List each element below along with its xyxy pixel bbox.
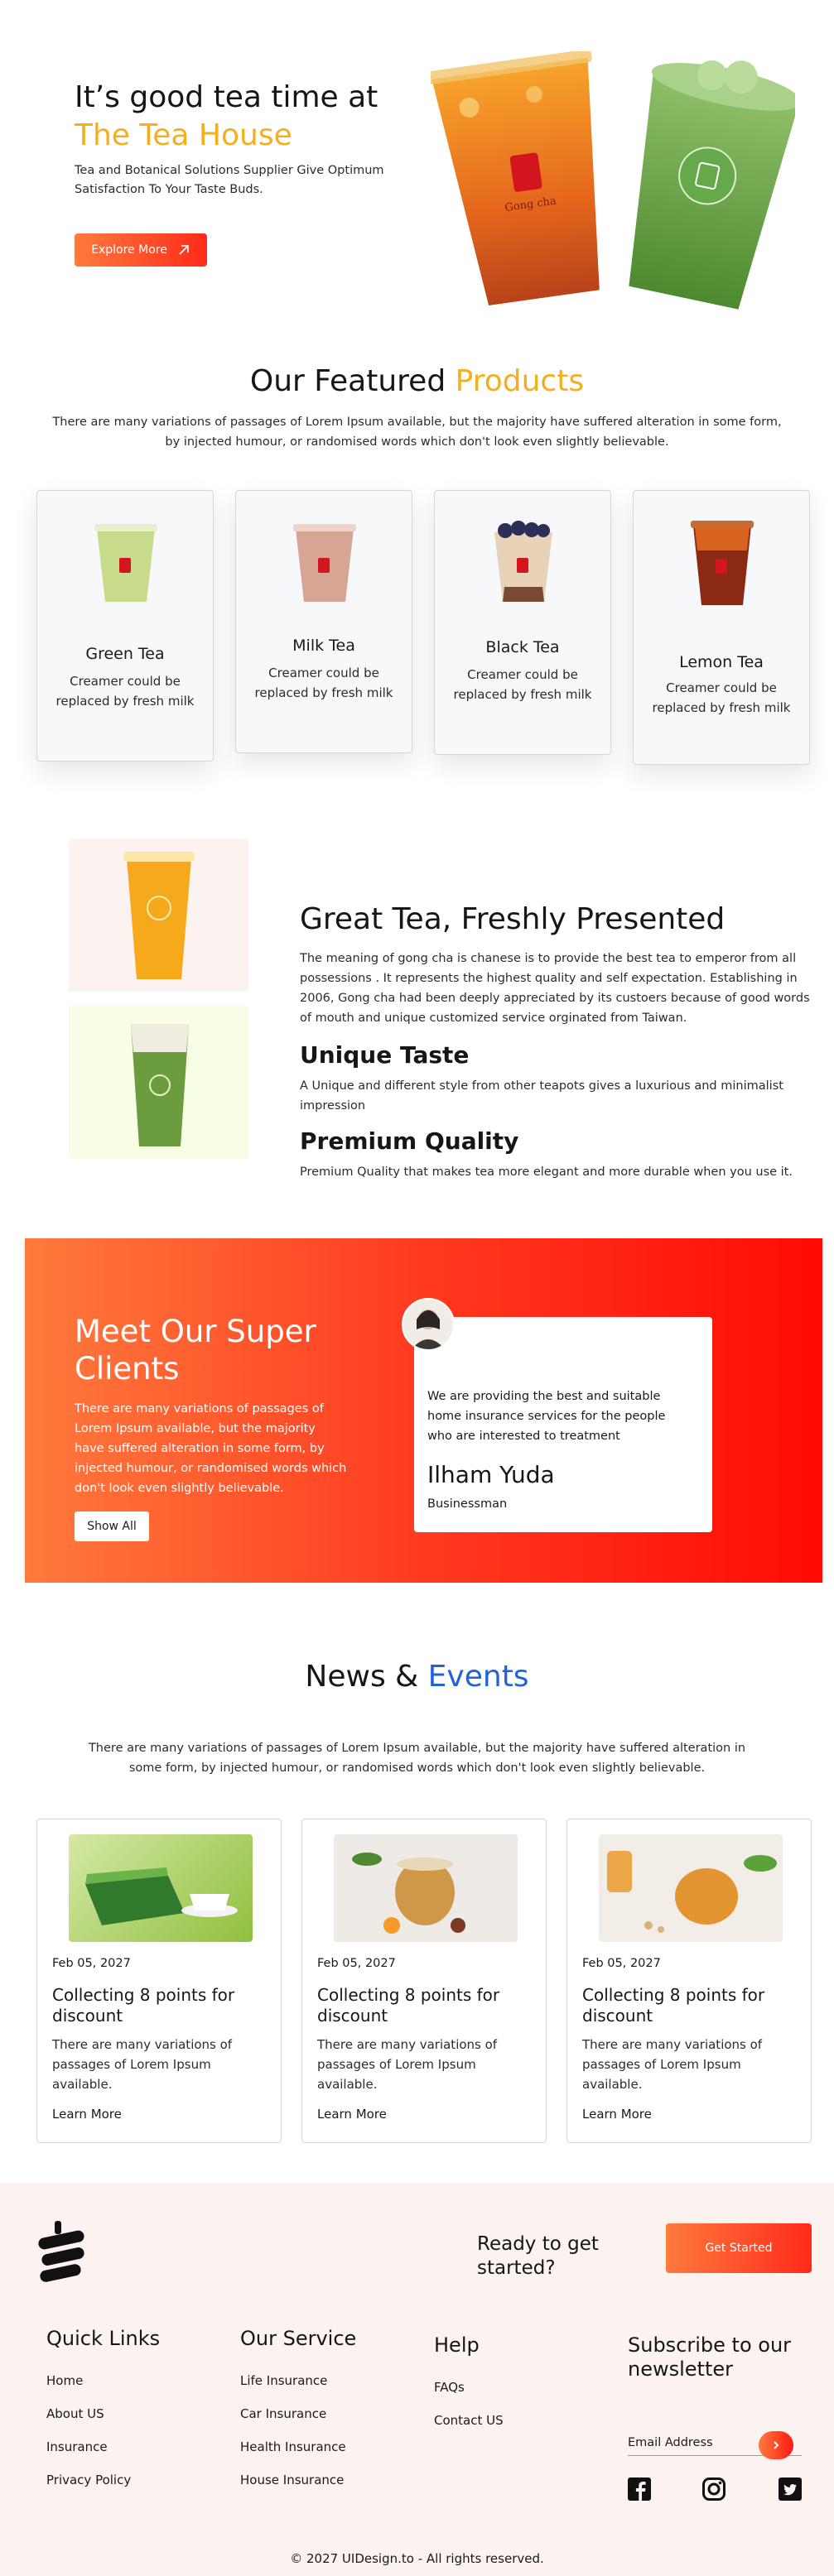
testimonial-quote: We are providing the best and suitable h… (427, 1390, 666, 1443)
milk-tea-image (293, 524, 356, 602)
twitter-icon[interactable] (779, 2477, 802, 2501)
news-heading: Collecting 8 points for discount (317, 1985, 500, 2026)
clients-text: There are many variations of passages of… (75, 1402, 347, 1495)
explore-more-button[interactable]: Explore More (75, 233, 207, 267)
footer-link-life-insurance[interactable]: Life Insurance (240, 2373, 327, 2388)
email-placeholder: Email Address (628, 2436, 713, 2449)
product-name: Milk Tea (292, 637, 355, 655)
footer-link-home[interactable]: Home (46, 2373, 83, 2388)
about-text: The meaning of gong cha is chanese is to… (300, 952, 810, 1025)
instagram-icon[interactable] (702, 2477, 726, 2501)
show-all-button[interactable]: Show All (75, 1511, 149, 1541)
news-image-herbal-tea (334, 1834, 518, 1942)
facebook-icon[interactable] (628, 2477, 651, 2501)
cta-text: Ready to get started? (477, 2233, 599, 2279)
featured-description: There are many variations of passages of… (52, 416, 782, 449)
news-description: There are many variations of passages of… (88, 1742, 746, 1775)
footer-link-contact[interactable]: Contact US (434, 2413, 504, 2428)
about-title: Great Tea, Freshly Presented (300, 902, 726, 936)
hero-title: It’s good tea time at The Tea House (75, 79, 378, 155)
hero-title-accent: The Tea House (75, 118, 292, 152)
footer-link-car-insurance[interactable]: Car Insurance (240, 2406, 326, 2421)
subscribe-button[interactable] (759, 2431, 793, 2459)
news-date: Feb 05, 2027 (582, 1957, 661, 1970)
premium-quality-title: Premium Quality (300, 1127, 519, 1155)
news-date: Feb 05, 2027 (52, 1957, 131, 1970)
matcha-drink-image (131, 1024, 189, 1146)
orange-drink-image (123, 852, 195, 979)
news-card[interactable]: Feb 05, 2027 Collecting 8 points for dis… (566, 1819, 812, 2143)
testimonial-role: Businessman (427, 1497, 508, 1511)
product-card-milk-tea[interactable]: Milk Tea Creamer could be replaced by fr… (235, 490, 412, 753)
news-card[interactable]: Feb 05, 2027 Collecting 8 points for dis… (36, 1819, 282, 2143)
newsletter-title: Subscribe to our newsletter (628, 2333, 792, 2381)
learn-more-link[interactable]: Learn More (317, 2107, 387, 2122)
client-avatar-image (403, 1300, 453, 1349)
news-text: There are many variations of passages of… (582, 2037, 763, 2092)
product-card-green-tea[interactable]: Green Tea Creamer could be replaced by f… (36, 490, 214, 762)
lemon-tea-image (691, 521, 754, 605)
hero-subtitle: Tea and Botanical Solutions Supplier Giv… (75, 164, 384, 196)
product-name: Green Tea (85, 645, 165, 663)
footer-link-about[interactable]: About US (46, 2406, 104, 2421)
copyright-text: © 2027 UIDesign.to - All rights reserved… (290, 2551, 544, 2566)
product-description: Creamer could be replaced by fresh milk (55, 674, 195, 709)
learn-more-link[interactable]: Learn More (52, 2107, 122, 2122)
product-description: Creamer could be replaced by fresh milk (652, 680, 791, 715)
footer-col-title: Our Service (240, 2327, 357, 2350)
green-tea-image (94, 524, 157, 602)
avatar (402, 1298, 455, 1351)
footer: Ready to get started? Get Started Quick … (0, 2183, 834, 2576)
footer-link-insurance[interactable]: Insurance (46, 2439, 108, 2454)
product-name: Black Tea (485, 638, 560, 656)
news-text: There are many variations of passages of… (317, 2037, 498, 2092)
featured-title: Our Featured Products (249, 364, 585, 398)
footer-col-title: Help (434, 2333, 480, 2357)
footer-link-privacy[interactable]: Privacy Policy (46, 2473, 131, 2487)
clients-section: Meet Our Super Clients There are many va… (25, 1238, 822, 1583)
hero-drinks-image: Gong cha (431, 51, 795, 310)
news-title: News & Events (305, 1660, 529, 1694)
news-heading: Collecting 8 points for discount (52, 1985, 235, 2026)
news-text: There are many variations of passages of… (52, 2037, 233, 2092)
product-card-black-tea[interactable]: Black Tea Creamer could be replaced by f… (434, 490, 611, 755)
unique-taste-title: Unique Taste (300, 1041, 470, 1069)
product-name: Lemon Tea (679, 653, 764, 671)
brand-logo-icon[interactable] (36, 2221, 88, 2289)
orange-drink-tile (69, 839, 248, 992)
premium-quality-text: Premium Quality that makes tea more eleg… (300, 1165, 793, 1179)
news-image-tea-pot (599, 1834, 783, 1942)
arrow-up-right-icon (179, 245, 189, 255)
footer-link-health-insurance[interactable]: Health Insurance (240, 2439, 346, 2454)
get-started-button[interactable]: Get Started (666, 2223, 812, 2273)
product-description: Creamer could be replaced by fresh milk (453, 667, 592, 702)
footer-link-faqs[interactable]: FAQs (434, 2380, 465, 2395)
testimonial-name: Ilham Yuda (427, 1461, 555, 1488)
news-card[interactable]: Feb 05, 2027 Collecting 8 points for dis… (301, 1819, 547, 2143)
learn-more-link[interactable]: Learn More (582, 2107, 652, 2122)
testimonial-card: We are providing the best and suitable h… (414, 1317, 712, 1532)
chevron-right-icon (774, 2441, 779, 2449)
footer-link-house-insurance[interactable]: House Insurance (240, 2473, 344, 2487)
news-heading: Collecting 8 points for discount (582, 1985, 765, 2026)
news-image-green-tea-box (69, 1834, 253, 1942)
unique-taste-text: A Unique and different style from other … (300, 1079, 783, 1113)
news-date: Feb 05, 2027 (317, 1957, 396, 1970)
matcha-drink-tile (69, 1006, 248, 1159)
footer-col-title: Quick Links (46, 2327, 161, 2350)
black-tea-image (494, 521, 552, 602)
clients-title: Meet Our Super Clients (75, 1314, 316, 1387)
product-description: Creamer could be replaced by fresh milk (254, 666, 393, 700)
product-card-lemon-tea[interactable]: Lemon Tea Creamer could be replaced by f… (633, 490, 810, 765)
